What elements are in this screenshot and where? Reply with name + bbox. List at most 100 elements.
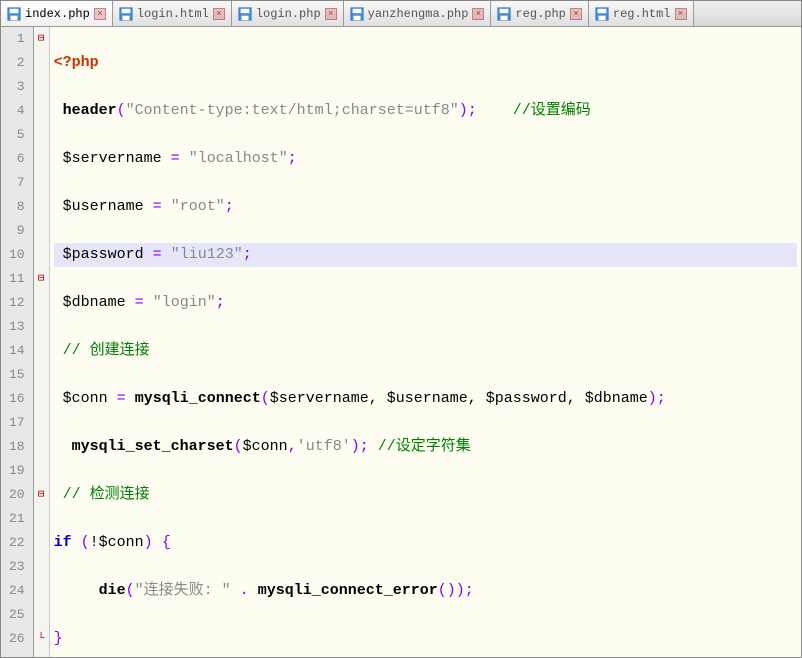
code-area[interactable]: <?php header("Content-type:text/html;cha…: [50, 27, 801, 657]
tab-yanzhengma-php[interactable]: yanzhengma.php ×: [344, 1, 492, 26]
tab-label: login.php: [256, 7, 321, 21]
tab-bar: index.php × login.html × login.php × yan…: [1, 1, 801, 27]
fold-gutter[interactable]: ⊟ ⊟ ⊟ └: [34, 27, 50, 657]
line-number: 22: [9, 531, 25, 555]
close-icon[interactable]: ×: [213, 8, 225, 20]
line-number: 10: [9, 243, 25, 267]
tab-login-html[interactable]: login.html ×: [113, 1, 232, 26]
fold-mark: [34, 243, 49, 267]
close-icon[interactable]: ×: [94, 8, 106, 20]
var: $dbname: [63, 294, 126, 311]
line-number: 20: [9, 483, 25, 507]
str: "Content-type:text/html;charset=utf8": [126, 102, 459, 119]
tab-index-php[interactable]: index.php ×: [1, 1, 113, 26]
line-number: 19: [9, 459, 25, 483]
editor-window: index.php × login.html × login.php × yan…: [0, 0, 802, 658]
line-number: 9: [9, 219, 25, 243]
fold-mark: [34, 195, 49, 219]
str: "root": [171, 198, 225, 215]
line-number: 17: [9, 411, 25, 435]
var: $conn: [63, 390, 108, 407]
tab-label: reg.html: [613, 7, 671, 21]
fn: header: [63, 102, 117, 119]
var: $servername: [63, 150, 162, 167]
fn: mysqli_connect_error: [258, 582, 438, 599]
fold-mark: [34, 219, 49, 243]
str: 'utf8': [297, 438, 351, 455]
line-number: 6: [9, 147, 25, 171]
str: "login": [153, 294, 216, 311]
line-number: 16: [9, 387, 25, 411]
line-number: 8: [9, 195, 25, 219]
fold-mark: [34, 411, 49, 435]
fold-mark: [34, 171, 49, 195]
line-number: 4: [9, 99, 25, 123]
fold-mark: [34, 603, 49, 627]
fold-mark: [34, 339, 49, 363]
kw: if: [54, 534, 72, 551]
line-number: 11: [9, 267, 25, 291]
save-icon: [497, 7, 511, 21]
fold-mark: [34, 459, 49, 483]
line-number: 25: [9, 603, 25, 627]
args: $servername, $username, $password, $dbna…: [270, 390, 648, 407]
fold-mark: [34, 531, 49, 555]
fold-mark: [34, 123, 49, 147]
line-number: 13: [9, 315, 25, 339]
line-number: 15: [9, 363, 25, 387]
save-icon: [595, 7, 609, 21]
save-icon: [350, 7, 364, 21]
brace: }: [54, 630, 63, 647]
str: "liu123": [171, 246, 243, 263]
line-number: 1: [9, 27, 25, 51]
str: "连接失败: ": [135, 582, 231, 599]
fold-mark: [34, 51, 49, 75]
save-icon: [119, 7, 133, 21]
fold-mark: [34, 75, 49, 99]
line-number: 3: [9, 75, 25, 99]
close-icon[interactable]: ×: [675, 8, 687, 20]
var: $username: [63, 198, 144, 215]
fold-mark: [34, 147, 49, 171]
fold-mark[interactable]: ⊟: [34, 27, 49, 51]
tab-label: reg.php: [515, 7, 565, 21]
line-number: 21: [9, 507, 25, 531]
tab-reg-php[interactable]: reg.php ×: [491, 1, 588, 26]
fold-mark[interactable]: ⊟: [34, 267, 49, 291]
close-icon[interactable]: ×: [325, 8, 337, 20]
fn: mysqli_set_charset: [72, 438, 234, 455]
cmt: //设定字符集: [378, 438, 471, 455]
line-number: 18: [9, 435, 25, 459]
cmt: // 创建连接: [63, 342, 150, 359]
fold-mark: [34, 387, 49, 411]
editor-area: 1 2 3 4 5 6 7 8 9 10 11 12 13 14 15 16 1…: [1, 27, 801, 657]
var: !$conn: [90, 534, 144, 551]
php-open: <?php: [54, 54, 99, 71]
save-icon: [238, 7, 252, 21]
fold-mark: [34, 291, 49, 315]
line-number: 26: [9, 627, 25, 651]
line-number: 7: [9, 171, 25, 195]
fold-mark: [34, 555, 49, 579]
fn: die: [99, 582, 126, 599]
fold-mark: [34, 435, 49, 459]
var: $conn: [243, 438, 288, 455]
str: "localhost": [189, 150, 288, 167]
fold-mark[interactable]: ⊟: [34, 483, 49, 507]
line-number: 23: [9, 555, 25, 579]
var: $password: [63, 246, 144, 263]
fn: mysqli_connect: [135, 390, 261, 407]
save-icon: [7, 7, 21, 21]
line-number: 14: [9, 339, 25, 363]
line-number-gutter: 1 2 3 4 5 6 7 8 9 10 11 12 13 14 15 16 1…: [1, 27, 34, 657]
fold-mark: └: [34, 627, 49, 651]
line-number: 12: [9, 291, 25, 315]
tab-login-php[interactable]: login.php ×: [232, 1, 344, 26]
tab-label: index.php: [25, 7, 90, 21]
fold-mark: [34, 507, 49, 531]
close-icon[interactable]: ×: [570, 8, 582, 20]
close-icon[interactable]: ×: [472, 8, 484, 20]
tab-reg-html[interactable]: reg.html ×: [589, 1, 694, 26]
fold-mark: [34, 99, 49, 123]
cmt: //设置编码: [513, 102, 591, 119]
